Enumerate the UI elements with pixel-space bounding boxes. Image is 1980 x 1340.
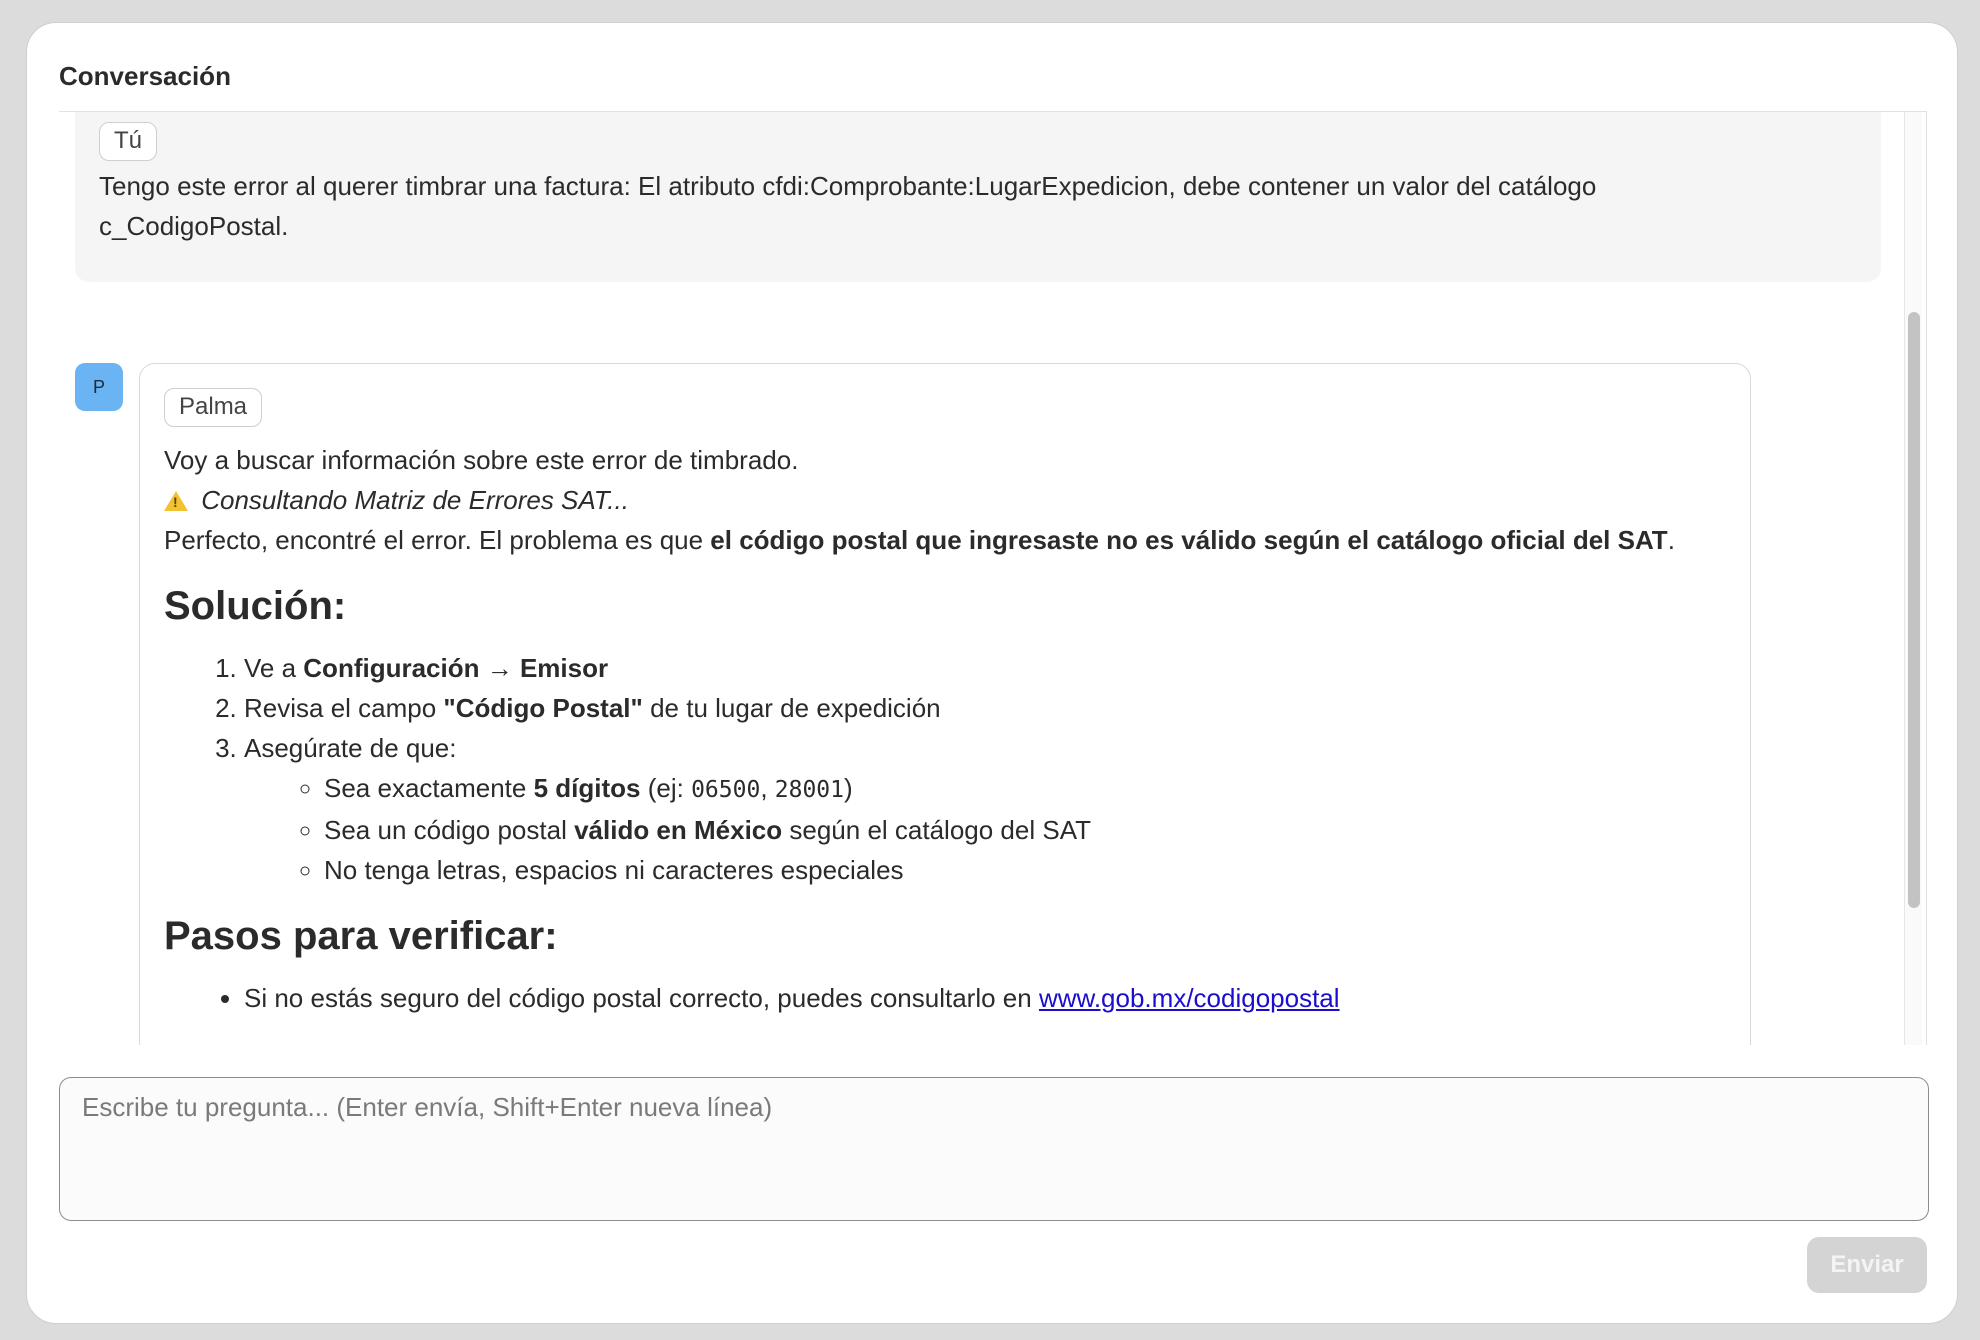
warning-icon bbox=[164, 491, 188, 511]
tool-status-text: Consultando Matriz de Errores SAT... bbox=[201, 485, 629, 515]
list-item: Ve a Configuración → Emisor bbox=[244, 648, 1724, 688]
tool-status: Consultando Matriz de Errores SAT... bbox=[164, 480, 1724, 520]
assistant-avatar: P bbox=[75, 363, 123, 411]
verify-heading: Pasos para verificar: bbox=[164, 914, 558, 958]
assistant-message-body: Voy a buscar información sobre este erro… bbox=[164, 440, 1724, 1018]
diagnosis-suffix: . bbox=[1667, 525, 1675, 555]
code-example: 28001 bbox=[774, 777, 845, 803]
list-item: Revisa el campo "Código Postal" de tu lu… bbox=[244, 688, 1724, 728]
list-item: No tenga letras, espacios ni caracteres … bbox=[324, 850, 1724, 890]
assistant-intro: Voy a buscar información sobre este erro… bbox=[164, 445, 799, 475]
conversation-area[interactable]: Tú Tengo este error al querer timbrar un… bbox=[59, 111, 1927, 1045]
sender-tag-assistant: Palma bbox=[164, 388, 263, 427]
diagnosis-prefix: Perfecto, encontré el error. El problema… bbox=[164, 525, 711, 555]
solution-heading: Solución: bbox=[164, 584, 347, 628]
user-message-text: Tengo este error al querer timbrar una f… bbox=[99, 171, 1597, 241]
question-input[interactable] bbox=[59, 1077, 1929, 1221]
list-item: Si no estás seguro del código postal cor… bbox=[244, 978, 1724, 1018]
list-item: Sea un código postal válido en México se… bbox=[324, 810, 1724, 850]
conversation-scrollbar[interactable] bbox=[1904, 112, 1922, 1045]
diagnosis-bold: el código postal que ingresaste no es vá… bbox=[710, 525, 1668, 555]
user-message: Tú Tengo este error al querer timbrar un… bbox=[75, 112, 1881, 282]
scrollbar-thumb[interactable] bbox=[1908, 312, 1920, 908]
solution-steps: Ve a Configuración → Emisor Revisa el ca… bbox=[164, 648, 1724, 890]
assistant-message: Palma Voy a buscar información sobre est… bbox=[139, 363, 1751, 1045]
codigo-postal-link[interactable]: www.gob.mx/codigopostal bbox=[1039, 983, 1340, 1013]
verify-list: Si no estás seguro del código postal cor… bbox=[164, 978, 1724, 1018]
panel-title: Conversación bbox=[59, 61, 231, 91]
diagnosis-text: Perfecto, encontré el error. El problema… bbox=[164, 520, 1724, 560]
chat-panel: Conversación Tú Tengo este error al quer… bbox=[26, 22, 1958, 1324]
requirements-list: Sea exactamente 5 dígitos (ej: 06500, 28… bbox=[244, 768, 1724, 890]
code-example: 06500 bbox=[691, 777, 761, 803]
sender-tag-user: Tú bbox=[99, 122, 158, 161]
send-button[interactable]: Enviar bbox=[1807, 1237, 1927, 1293]
list-item: Asegúrate de que: Sea exactamente 5 dígi… bbox=[244, 728, 1724, 890]
list-item: Sea exactamente 5 dígitos (ej: 06500, 28… bbox=[324, 768, 1724, 810]
